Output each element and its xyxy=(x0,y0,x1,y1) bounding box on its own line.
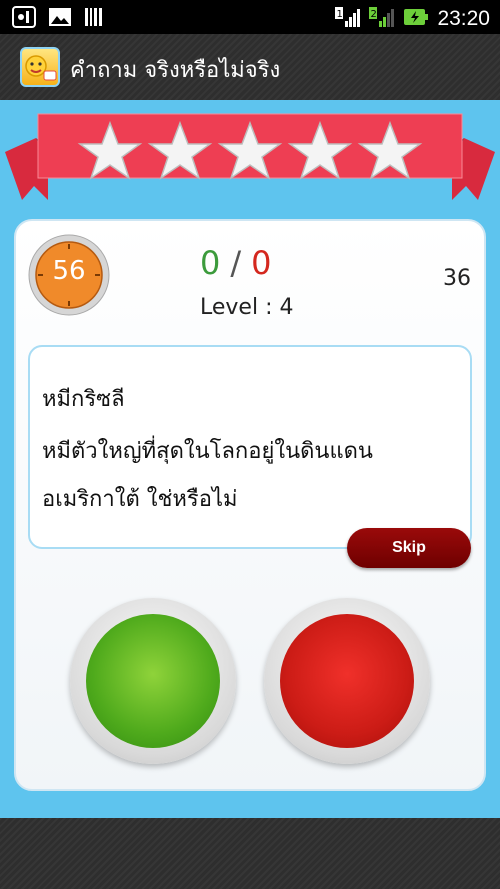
status-bar: 1 2 23:20 xyxy=(0,0,500,34)
correct-count: 0 xyxy=(200,244,221,282)
signal-sim2-icon: 2 xyxy=(369,5,395,33)
barcode-icon xyxy=(84,6,104,32)
question-count: 36 xyxy=(443,266,471,291)
false-answer-button[interactable] xyxy=(264,598,430,764)
app-title: คำถาม จริงหรือไม่จริง xyxy=(70,58,281,83)
green-button-face xyxy=(86,614,220,748)
score-display: 0/0 xyxy=(200,244,272,282)
true-answer-button[interactable] xyxy=(70,598,236,764)
red-button-face xyxy=(280,614,414,748)
app-logo-icon xyxy=(20,47,60,87)
svg-text:2: 2 xyxy=(371,9,377,20)
app-title-bar: คำถาม จริงหรือไม่จริง xyxy=(0,34,500,100)
question-title: หมีกริซลี xyxy=(42,387,125,412)
score-separator: / xyxy=(230,244,242,282)
status-clock: 23:20 xyxy=(437,7,490,30)
level-label: Level : 4 xyxy=(200,295,294,320)
svg-text:1: 1 xyxy=(337,9,343,20)
question-text: หมีตัวใหญ่ที่สุดในโลกอยู่ในดินแดนอเมริกา… xyxy=(42,439,373,512)
signal-sim1-icon: 1 xyxy=(335,5,361,33)
image-icon xyxy=(48,6,72,32)
tools-icon xyxy=(12,6,36,32)
battery-charging-icon xyxy=(403,7,429,31)
wrong-count: 0 xyxy=(251,244,272,282)
bottom-bar xyxy=(0,818,500,889)
skip-button[interactable]: Skip xyxy=(347,528,471,568)
star-rating-ribbon xyxy=(5,113,495,200)
timer-value: 56 xyxy=(52,256,86,286)
